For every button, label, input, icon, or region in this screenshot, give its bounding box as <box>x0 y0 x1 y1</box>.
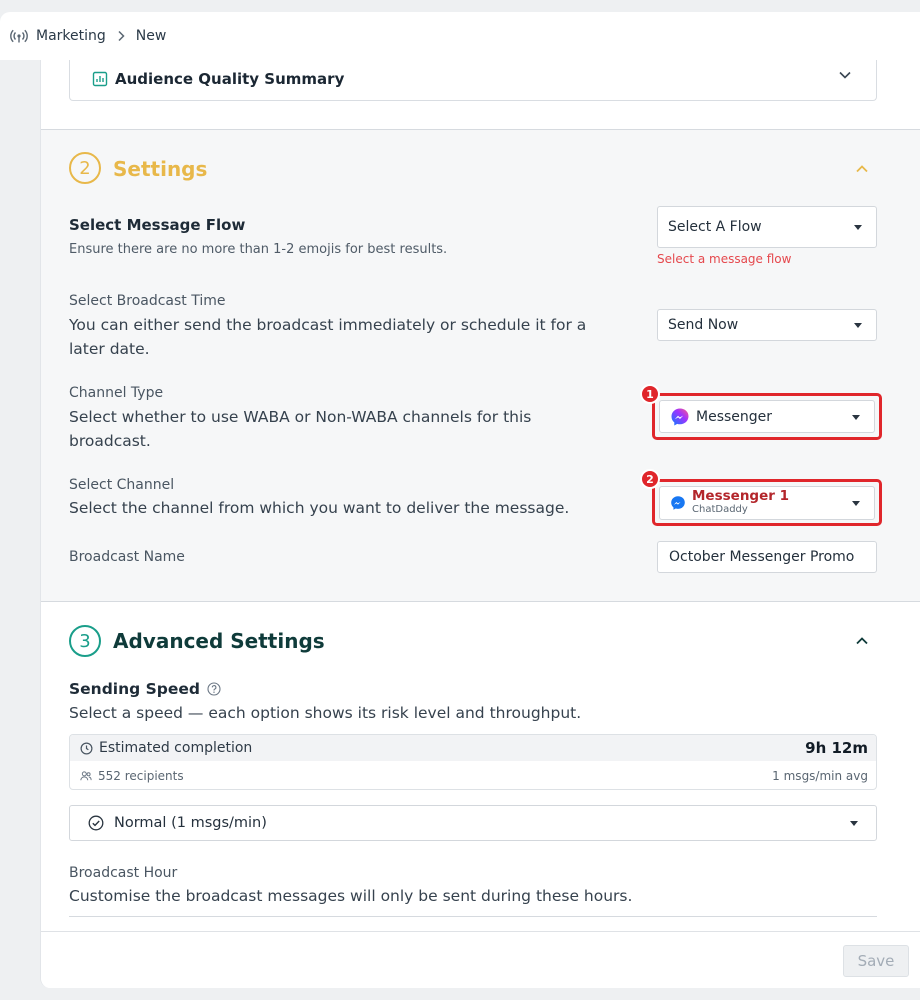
caret-down-icon <box>852 414 860 420</box>
step-number-3: 3 <box>69 625 101 657</box>
average-rate: 1 msgs/min avg <box>772 769 868 783</box>
broadcast-time-label: Select Broadcast Time <box>69 293 226 309</box>
channel-type-value: Messenger <box>696 408 773 425</box>
channel-type-select[interactable]: Messenger <box>659 400 875 433</box>
audience-quality-title: Audience Quality Summary <box>115 70 345 88</box>
estimated-completion-box: Estimated completion 9h 12m 552 recipien… <box>69 734 877 790</box>
save-button[interactable]: Save <box>843 945 909 977</box>
broadcast-time-value: Send Now <box>668 317 739 333</box>
message-flow-select[interactable]: Select A Flow <box>657 206 877 248</box>
estimated-completion-value: 9h 12m <box>805 739 868 757</box>
settings-title: Settings <box>113 157 208 181</box>
estimated-completion-row: Estimated completion 9h 12m <box>70 735 876 761</box>
message-flow-label: Select Message Flow <box>69 216 246 234</box>
caret-down-icon <box>854 323 862 328</box>
settings-section <box>41 130 920 601</box>
chevron-right-icon <box>116 30 126 42</box>
estimated-completion-label: Estimated completion <box>99 740 253 756</box>
channel-type-desc-line-1: Select whether to use WABA or Non-WABA c… <box>69 408 532 426</box>
broadcast-hour-label: Broadcast Hour <box>69 865 178 881</box>
help-icon[interactable] <box>207 682 221 696</box>
broadcast-hour-desc: Customise the broadcast messages will on… <box>69 887 633 905</box>
broadcast-time-select[interactable]: Send Now <box>657 309 877 341</box>
bar-chart-icon <box>92 71 108 87</box>
audience-quality-summary-card[interactable]: Audience Quality Summary <box>69 60 877 101</box>
broadcast-form-panel: Audience Quality Summary 2 Settings Sele… <box>40 60 920 988</box>
caret-down-icon <box>850 821 858 826</box>
recipients-count: 552 recipients <box>98 769 184 783</box>
step-number-2: 2 <box>69 152 101 184</box>
divider <box>69 916 877 917</box>
chevron-up-icon[interactable] <box>855 636 869 646</box>
channel-type-desc: Select whether to use WABA or Non-WABA c… <box>69 405 531 453</box>
message-flow-hint: Ensure there are no more than 1-2 emojis… <box>69 242 448 257</box>
messenger-icon <box>670 495 686 511</box>
check-circle-icon <box>88 815 104 831</box>
users-icon <box>80 770 92 782</box>
messenger-icon <box>670 407 690 427</box>
divider <box>41 601 920 602</box>
broadcast-name-value: October Messenger Promo <box>669 549 855 565</box>
step-badge-1: 1 <box>640 384 660 404</box>
channel-desc: Select the channel from which you want t… <box>69 499 570 517</box>
channel-type-desc-line-2: broadcast. <box>69 432 151 450</box>
channel-select[interactable]: Messenger 1 ChatDaddy <box>659 486 875 520</box>
channel-sub: ChatDaddy <box>692 504 748 515</box>
chevron-up-icon[interactable] <box>855 164 869 174</box>
caret-down-icon <box>852 501 860 506</box>
breadcrumb-marketing[interactable]: Marketing <box>36 28 106 44</box>
sending-speed-desc: Select a speed — each option shows its r… <box>69 704 582 722</box>
sending-speed-value: Normal (1 msgs/min) <box>114 815 267 831</box>
form-footer: Save <box>41 931 920 988</box>
step-badge-2: 2 <box>640 469 660 489</box>
channel-type-label: Channel Type <box>69 385 164 401</box>
broadcast-name-label: Broadcast Name <box>69 549 185 565</box>
message-flow-error: Select a message flow <box>657 252 792 266</box>
broadcast-icon <box>10 27 28 45</box>
recipients-row: 552 recipients 1 msgs/min avg <box>70 761 876 789</box>
channel-value: Messenger 1 <box>692 488 789 504</box>
broadcast-name-input[interactable]: October Messenger Promo <box>657 541 877 573</box>
channel-label: Select Channel <box>69 477 175 493</box>
message-flow-value: Select A Flow <box>668 219 762 235</box>
chevron-down-icon[interactable] <box>838 70 852 80</box>
sending-speed-select[interactable]: Normal (1 msgs/min) <box>69 805 877 841</box>
top-bar: Marketing New <box>0 12 920 60</box>
sending-speed-label-text: Sending Speed <box>69 680 201 698</box>
sending-speed-label: Sending Speed <box>69 680 221 698</box>
channel-value-group: Messenger 1 ChatDaddy <box>692 488 789 516</box>
advanced-settings-title: Advanced Settings <box>113 629 325 653</box>
broadcast-time-desc-line-2: later date. <box>69 340 150 358</box>
broadcast-time-desc: You can either send the broadcast immedi… <box>69 313 586 361</box>
breadcrumb-current: New <box>135 28 167 44</box>
clock-icon <box>80 742 93 755</box>
caret-down-icon <box>854 225 862 230</box>
broadcast-time-desc-line-1: You can either send the broadcast immedi… <box>69 316 587 334</box>
